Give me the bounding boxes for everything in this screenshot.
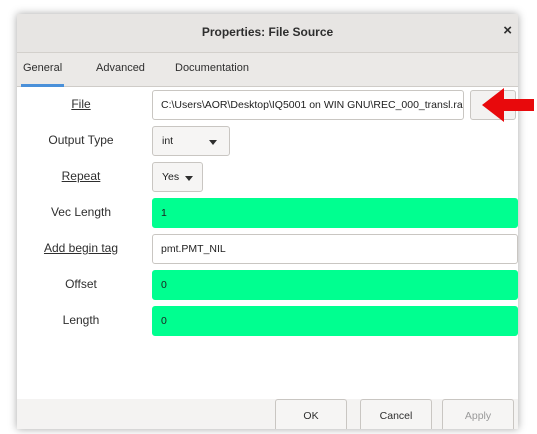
- red-arrow-icon: [482, 88, 534, 122]
- general-tab-panel: File C:\Users\AOR\Desktop\IQ5001 on WIN …: [17, 87, 518, 399]
- title-bar: Properties: File Source ×: [17, 14, 518, 53]
- repeat-dropdown[interactable]: Yes: [152, 162, 203, 192]
- length-input[interactable]: 0: [152, 306, 518, 336]
- chevron-down-icon: [185, 176, 193, 181]
- add-begin-tag-label: Add begin tag: [43, 241, 119, 255]
- repeat-value: Yes: [162, 171, 180, 183]
- vec-length-label: Vec Length: [50, 205, 112, 219]
- close-icon[interactable]: ×: [503, 23, 512, 38]
- output-type-label: Output Type: [48, 133, 114, 147]
- repeat-label: Repeat: [61, 169, 101, 183]
- dialog-button-bar: OK Cancel Apply: [17, 399, 518, 429]
- tab-advanced[interactable]: Advanced: [96, 62, 145, 74]
- file-path-input[interactable]: C:\Users\AOR\Desktop\IQ5001 on WIN GNU\R…: [152, 90, 464, 120]
- tab-documentation[interactable]: Documentation: [175, 62, 249, 74]
- cancel-button[interactable]: Cancel: [360, 399, 432, 429]
- properties-dialog: Properties: File Source × General Advanc…: [17, 14, 518, 429]
- file-label: File: [71, 97, 91, 111]
- offset-row: Offset 0: [17, 267, 518, 303]
- vec-length-input[interactable]: 1: [152, 198, 518, 228]
- ok-button[interactable]: OK: [275, 399, 347, 429]
- chevron-down-icon: [209, 140, 217, 145]
- offset-label: Offset: [65, 277, 97, 291]
- vec-length-row: Vec Length 1: [17, 195, 518, 231]
- output-type-dropdown[interactable]: int: [152, 126, 230, 156]
- offset-input[interactable]: 0: [152, 270, 518, 300]
- length-row: Length 0: [17, 303, 518, 339]
- tab-bar: General Advanced Documentation: [17, 53, 518, 87]
- tab-general[interactable]: General: [20, 62, 65, 87]
- file-row: File C:\Users\AOR\Desktop\IQ5001 on WIN …: [17, 87, 518, 123]
- repeat-row: Repeat Yes: [17, 159, 518, 195]
- apply-button[interactable]: Apply: [442, 399, 514, 429]
- dialog-title: Properties: File Source: [201, 25, 334, 39]
- output-type-value: int: [162, 135, 174, 147]
- add-begin-tag-row: Add begin tag pmt.PMT_NIL: [17, 231, 518, 267]
- length-label: Length: [62, 313, 100, 327]
- add-begin-tag-input[interactable]: pmt.PMT_NIL: [152, 234, 518, 264]
- output-type-row: Output Type int: [17, 123, 518, 159]
